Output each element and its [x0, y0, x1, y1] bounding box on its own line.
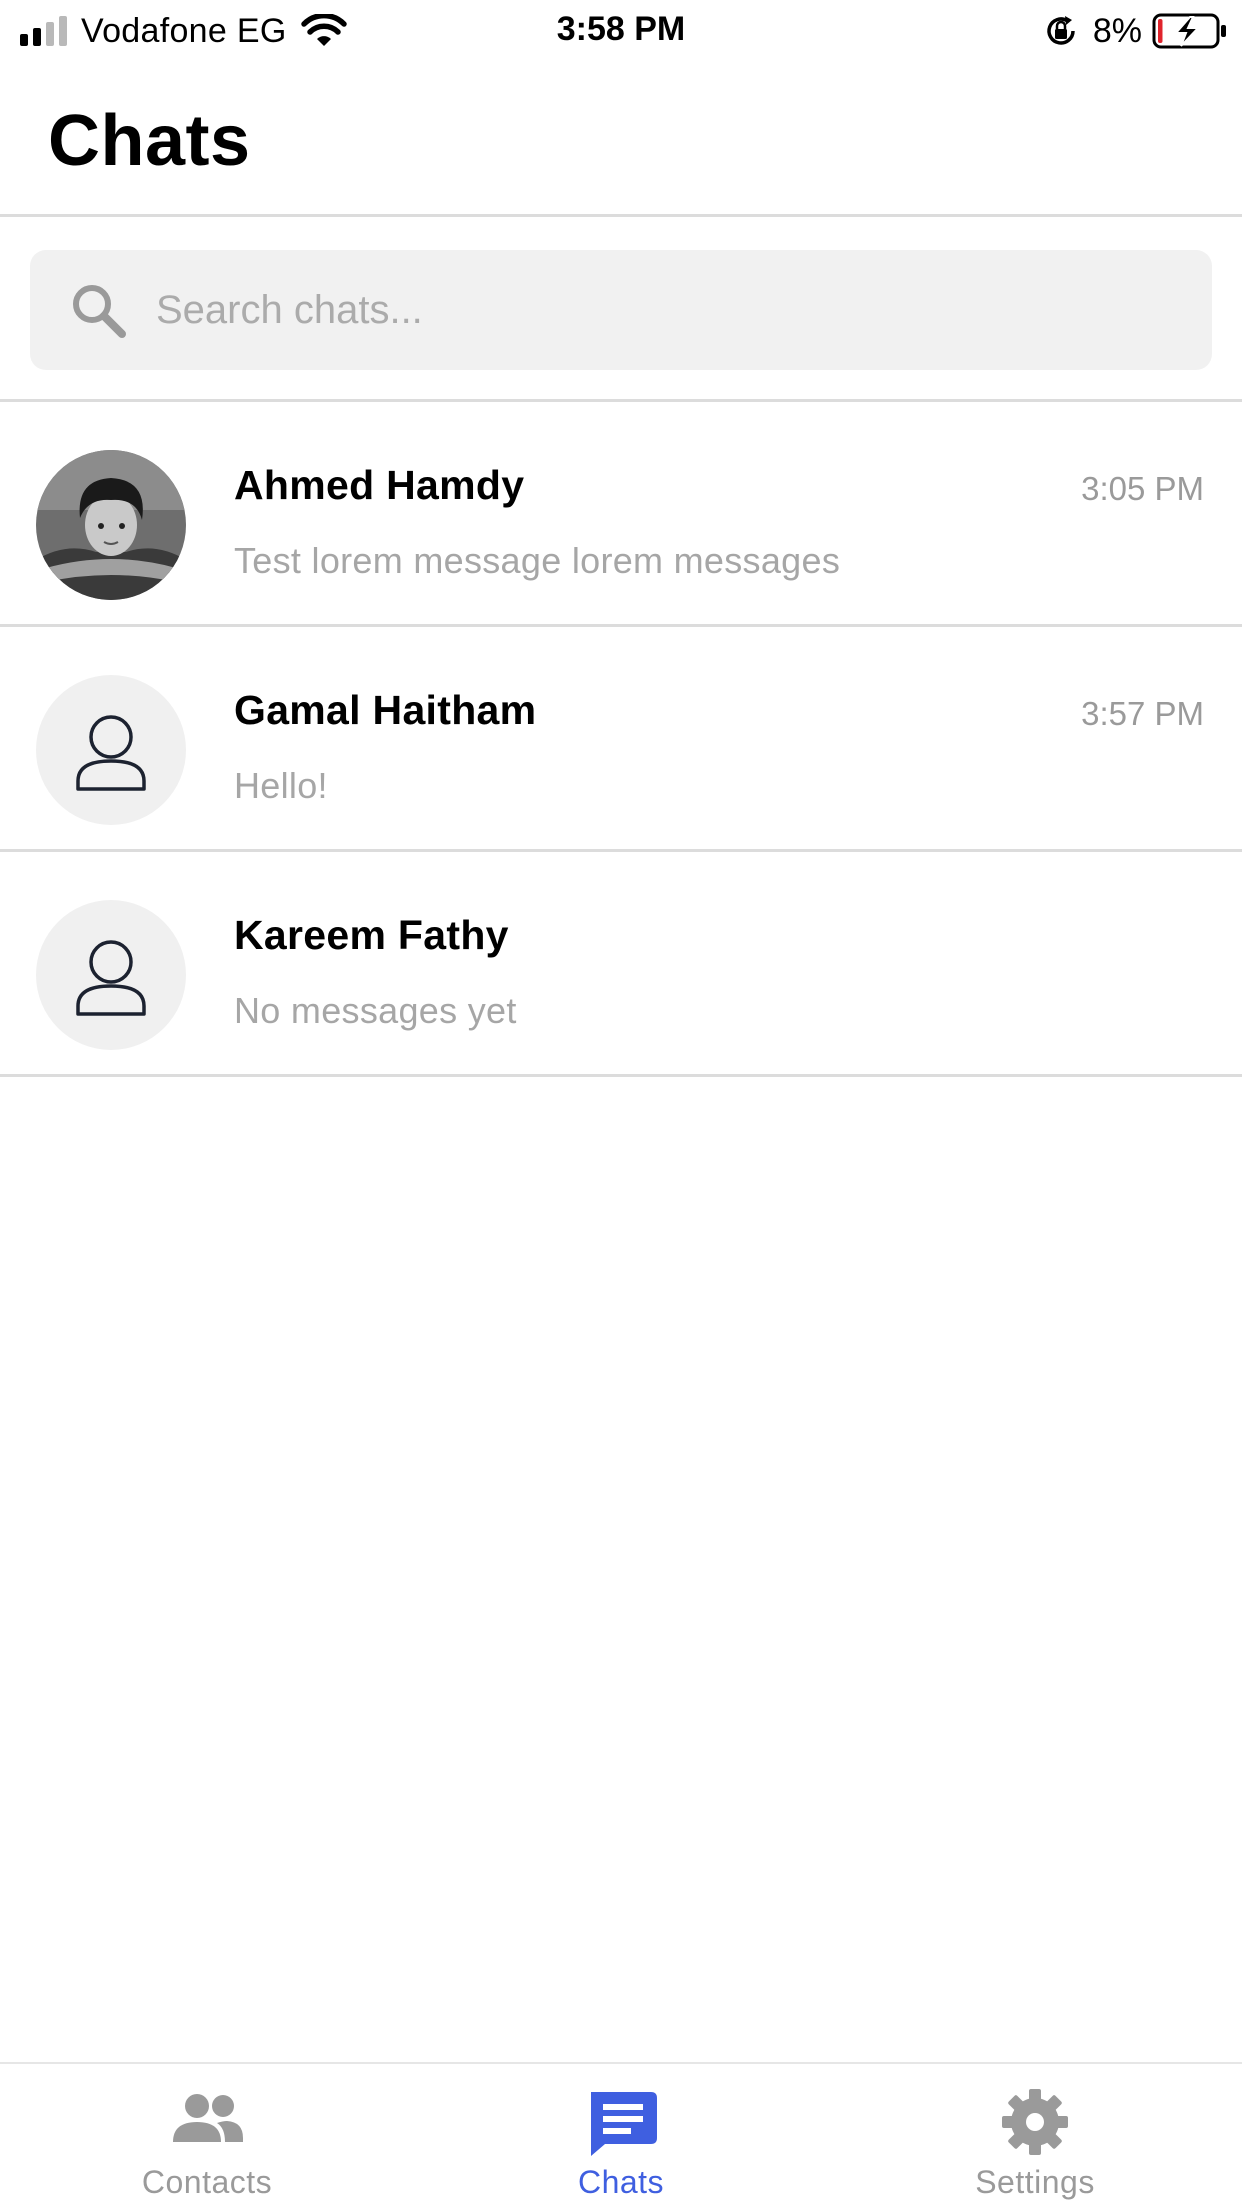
chat-preview: No messages yet — [234, 990, 517, 1031]
person-icon — [76, 940, 146, 1016]
battery-percent: 8% — [1092, 11, 1142, 50]
tab-label: Chats — [577, 2164, 665, 2200]
status-bar: Vodafone EG 3:58 PM 8% — [0, 0, 1242, 62]
search-bar[interactable] — [30, 250, 1212, 370]
chat-name: Ahmed Hamdy — [234, 462, 525, 508]
tab-bar: Contacts Chats Settings — [0, 2062, 1242, 2208]
chat-name: Gamal Haitham — [234, 687, 537, 733]
person-icon — [76, 715, 146, 791]
people-icon — [173, 2094, 243, 2142]
chat-item-ahmed-hamdy[interactable]: Ahmed Hamdy 3:05 PM Test lorem message l… — [0, 402, 1242, 627]
chat-preview: Test lorem message lorem messages — [234, 540, 841, 581]
search-input[interactable] — [156, 270, 1176, 350]
chat-item-kareem-fathy[interactable]: Kareem Fathy No messages yet — [0, 852, 1242, 1077]
chat-name: Kareem Fathy — [234, 912, 509, 958]
chat-list: Ahmed Hamdy 3:05 PM Test lorem message l… — [0, 402, 1242, 1077]
tab-contacts[interactable]: Contacts — [57, 2064, 357, 2208]
search-section — [0, 217, 1242, 402]
battery-charging-icon — [1152, 13, 1226, 49]
gear-icon — [1002, 2089, 1068, 2155]
avatar-placeholder — [36, 900, 186, 1050]
chat-time: 3:57 PM — [1081, 695, 1204, 732]
search-icon — [73, 285, 126, 338]
page-title: Chats — [48, 101, 251, 181]
rotation-lock-icon — [1047, 16, 1075, 45]
chat-bubble-icon — [591, 2092, 657, 2156]
chat-preview: Hello! — [234, 765, 328, 806]
tab-settings[interactable]: Settings — [885, 2064, 1185, 2208]
header: Chats — [0, 62, 1242, 217]
tab-label: Settings — [975, 2164, 1095, 2200]
tab-label: Contacts — [141, 2164, 273, 2200]
avatar-placeholder — [36, 675, 186, 825]
chat-item-gamal-haitham[interactable]: Gamal Haitham 3:57 PM Hello! — [0, 627, 1242, 852]
tab-chats[interactable]: Chats — [471, 2064, 771, 2208]
avatar-photo — [36, 450, 186, 600]
chat-time: 3:05 PM — [1081, 470, 1204, 507]
status-bar-right: 8% — [1043, 8, 1228, 54]
